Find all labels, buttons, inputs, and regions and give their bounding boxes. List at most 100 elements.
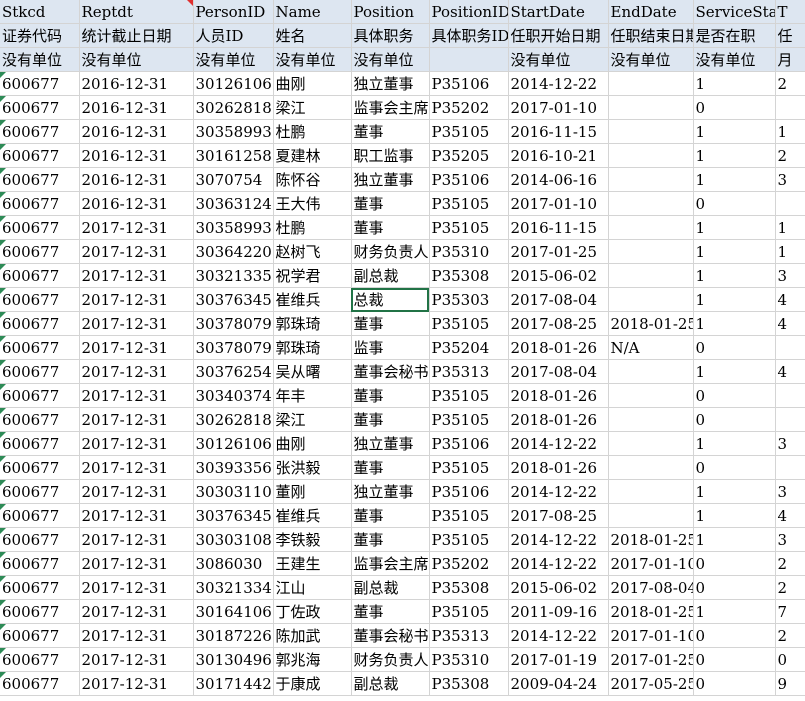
cell-positionid[interactable]: P35105 [429,527,509,552]
cell-servicestatus[interactable]: 0 [693,623,776,648]
cell-servicestatus[interactable]: 0 [693,647,776,672]
cell-enddate[interactable]: EndDate [608,0,694,24]
cell-personid[interactable]: 30171442 [193,671,274,696]
cell-position[interactable]: 没有单位 [351,47,430,72]
cell-reptdt[interactable]: Reptdt [79,0,194,24]
cell-personid[interactable]: 30187226 [193,623,274,648]
cell-stkcd[interactable]: 600677 [0,575,80,600]
cell-reptdt[interactable]: 2017-12-31 [79,527,194,552]
cell-position[interactable]: 财务负责人 [351,239,430,264]
cell-name[interactable]: 崔维兵 [273,287,352,312]
cell-reptdt[interactable]: 统计截止日期 [79,23,194,48]
cell-startdate[interactable]: 2017-08-04 [508,359,609,384]
cell-servicestatus[interactable]: 1 [693,119,776,144]
cell-enddate[interactable] [608,455,694,480]
cell-stkcd[interactable]: 600677 [0,359,80,384]
cell-startdate[interactable]: 2017-08-04 [508,287,609,312]
cell-startdate[interactable]: 2014-06-16 [508,167,609,192]
cell-reptdt[interactable]: 2017-12-31 [79,431,194,456]
cell-name[interactable]: 李铁毅 [273,527,352,552]
cell-stkcd[interactable]: 600677 [0,95,80,120]
cell-name[interactable]: 没有单位 [273,47,352,72]
cell-name[interactable]: 梁江 [273,407,352,432]
cell-servicestatus[interactable]: 1 [693,503,776,528]
cell-t[interactable]: 7 [775,599,805,624]
cell-enddate[interactable] [608,71,694,96]
cell-t[interactable]: 4 [775,359,805,384]
cell-reptdt[interactable]: 2017-12-31 [79,335,194,360]
cell-servicestatus[interactable]: 没有单位 [693,47,776,72]
cell-enddate[interactable]: 任职结束日期 [608,23,694,48]
cell-stkcd[interactable]: 600677 [0,503,80,528]
cell-startdate[interactable]: 2017-01-10 [508,95,609,120]
cell-servicestatus[interactable]: 0 [693,407,776,432]
cell-name[interactable]: 吴从曙 [273,359,352,384]
cell-enddate[interactable] [608,431,694,456]
cell-startdate[interactable]: 2014-12-22 [508,527,609,552]
cell-positionid[interactable]: P35105 [429,119,509,144]
cell-t[interactable]: 2 [775,575,805,600]
cell-servicestatus[interactable]: 1 [693,431,776,456]
cell-startdate[interactable]: 2016-11-15 [508,119,609,144]
cell-servicestatus[interactable]: 1 [693,527,776,552]
cell-personid[interactable]: 30363124 [193,191,274,216]
cell-name[interactable]: 赵树飞 [273,239,352,264]
cell-positionid[interactable]: P35310 [429,239,509,264]
cell-name[interactable]: 郭珠琦 [273,311,352,336]
cell-startdate[interactable]: StartDate [508,0,609,24]
cell-startdate[interactable]: 2018-01-26 [508,455,609,480]
cell-position[interactable]: 独立董事 [351,71,430,96]
cell-name[interactable]: 祝学君 [273,263,352,288]
cell-name[interactable]: 崔维兵 [273,503,352,528]
cell-name[interactable]: 曲刚 [273,431,352,456]
cell-t[interactable]: 1 [775,215,805,240]
cell-position[interactable]: 董事 [351,191,430,216]
cell-stkcd[interactable]: 600677 [0,479,80,504]
cell-position[interactable]: 总裁 [351,287,430,312]
cell-personid[interactable]: 30376345 [193,287,274,312]
cell-enddate[interactable] [608,383,694,408]
cell-personid[interactable]: 30393356 [193,455,274,480]
cell-servicestatus[interactable]: 0 [693,191,776,216]
cell-servicestatus[interactable]: 0 [693,455,776,480]
cell-name[interactable]: 郭兆海 [273,647,352,672]
cell-positionid[interactable]: P35106 [429,431,509,456]
cell-t[interactable] [775,383,805,408]
cell-t[interactable]: 2 [775,623,805,648]
cell-positionid[interactable] [429,47,509,72]
cell-reptdt[interactable]: 2017-12-31 [79,551,194,576]
cell-servicestatus[interactable]: ServiceStatus [693,0,776,24]
cell-name[interactable]: 曲刚 [273,71,352,96]
cell-servicestatus[interactable]: 1 [693,239,776,264]
cell-position[interactable]: 董事 [351,311,430,336]
cell-startdate[interactable]: 2011-09-16 [508,599,609,624]
cell-t[interactable]: 3 [775,527,805,552]
cell-position[interactable]: 副总裁 [351,575,430,600]
cell-enddate[interactable] [608,503,694,528]
cell-name[interactable]: 陈加武 [273,623,352,648]
cell-enddate[interactable]: 2017-08-04 [608,575,694,600]
cell-t[interactable]: 4 [775,503,805,528]
cell-position[interactable]: 副总裁 [351,263,430,288]
cell-startdate[interactable]: 2017-01-19 [508,647,609,672]
cell-position[interactable]: 董事 [351,599,430,624]
cell-t[interactable]: 1 [775,119,805,144]
cell-reptdt[interactable]: 2017-12-31 [79,455,194,480]
cell-startdate[interactable]: 2018-01-26 [508,335,609,360]
cell-t[interactable]: 9 [775,671,805,696]
cell-positionid[interactable]: P35106 [429,167,509,192]
cell-name[interactable]: 董刚 [273,479,352,504]
cell-enddate[interactable]: 2017-05-25 [608,671,694,696]
cell-position[interactable]: 董事 [351,407,430,432]
cell-t[interactable]: 3 [775,479,805,504]
cell-positionid[interactable]: P35303 [429,287,509,312]
cell-stkcd[interactable]: 证券代码 [0,23,80,48]
cell-positionid[interactable]: P35105 [429,383,509,408]
cell-stkcd[interactable]: 600677 [0,167,80,192]
cell-positionid[interactable]: P35310 [429,647,509,672]
cell-personid[interactable]: PersonID [193,0,274,24]
cell-name[interactable]: 姓名 [273,23,352,48]
cell-personid[interactable]: 30321335 [193,263,274,288]
cell-positionid[interactable]: P35308 [429,575,509,600]
cell-reptdt[interactable]: 2017-12-31 [79,407,194,432]
